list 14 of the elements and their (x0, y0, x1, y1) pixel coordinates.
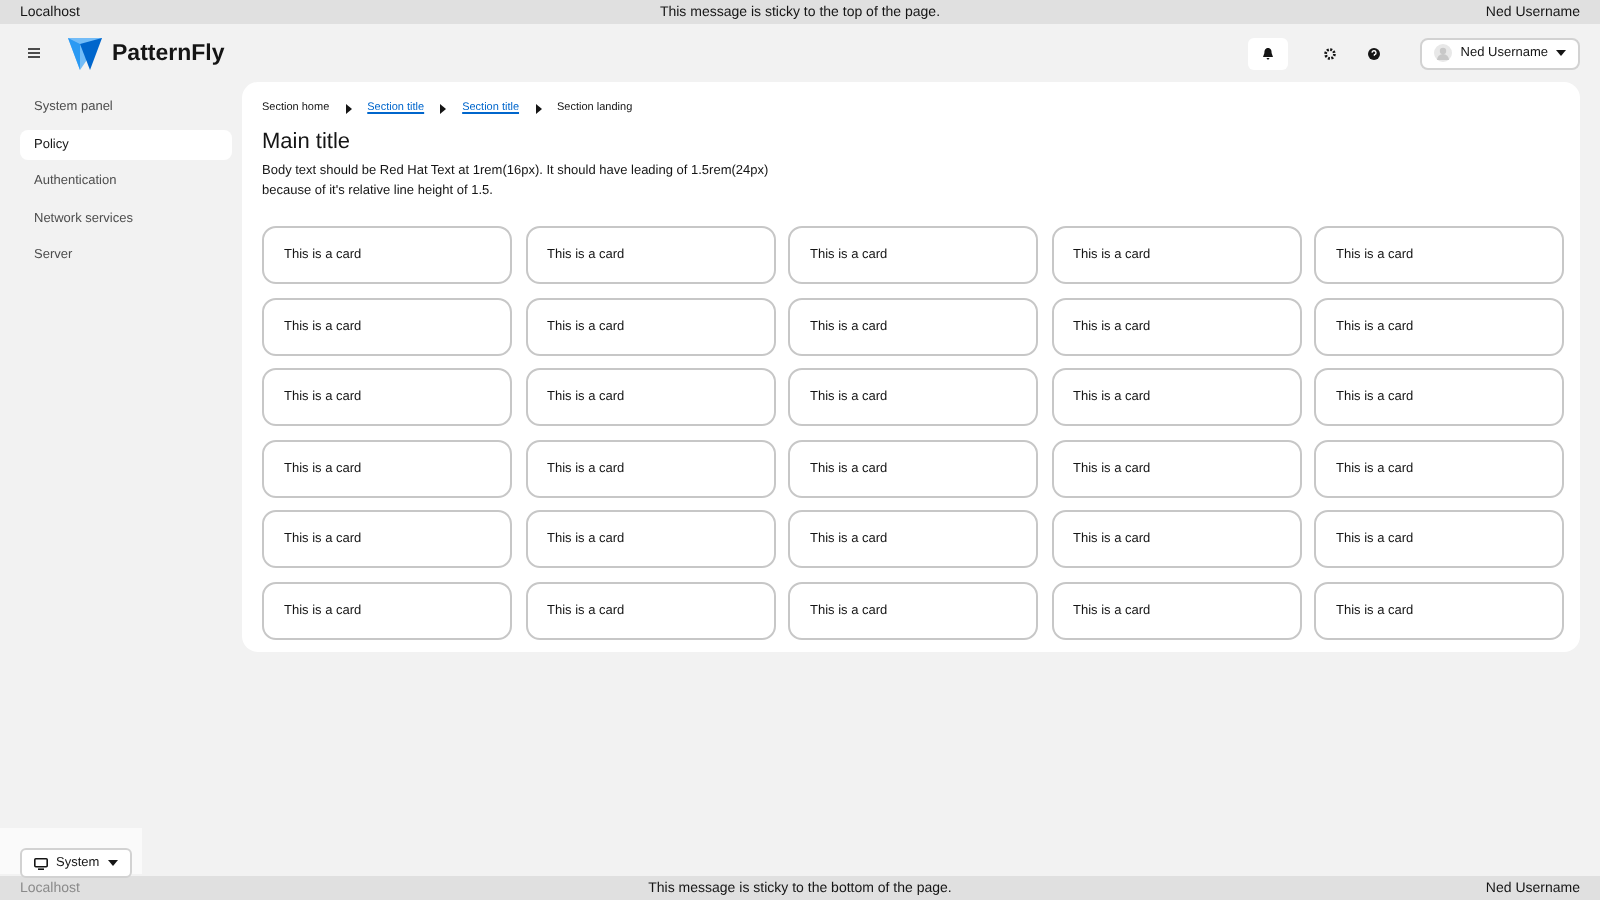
help-icon (1368, 47, 1381, 59)
avatar-icon (1434, 44, 1453, 62)
logo-icon (68, 37, 102, 69)
chevron-icon (535, 103, 542, 113)
caret-icon (1556, 50, 1566, 56)
chevron-icon (440, 103, 447, 113)
chevron-icon (345, 103, 352, 113)
brand-name: PatternFly (112, 41, 225, 65)
caret-icon (107, 860, 118, 866)
page-title: Main title (262, 130, 353, 154)
menu-icon[interactable] (28, 48, 40, 58)
bell-icon (1262, 47, 1275, 59)
notification-button[interactable] (1248, 37, 1289, 69)
monitor-icon (34, 857, 48, 869)
